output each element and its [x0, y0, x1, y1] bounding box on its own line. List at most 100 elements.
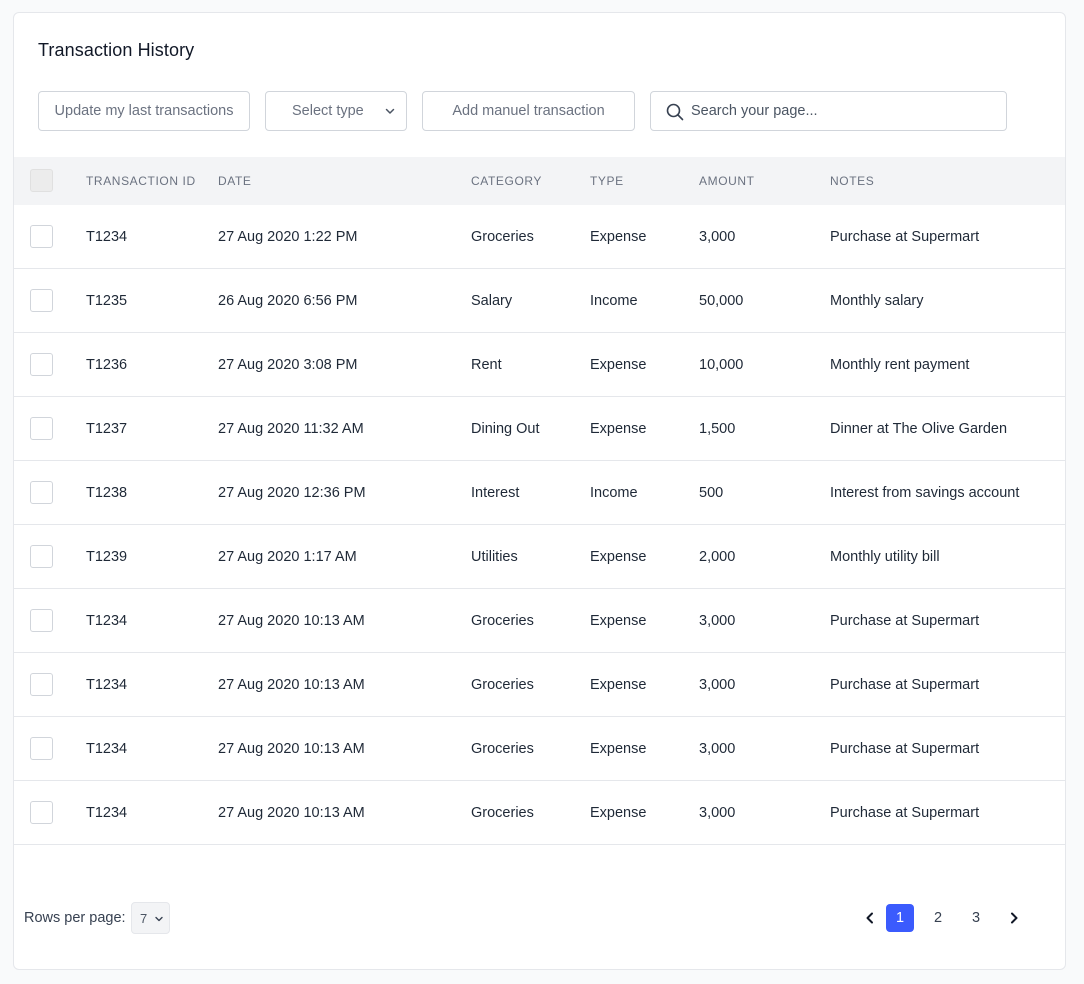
table-row[interactable]: T1237 27 Aug 2020 11:32 AM Dining Out Ex… — [14, 397, 1065, 461]
cell-date: 26 Aug 2020 6:56 PM — [218, 293, 358, 309]
cell-transaction-id: T1238 — [86, 485, 128, 501]
page-button-2[interactable]: 2 — [924, 904, 952, 932]
cell-notes: Dinner at The Olive Garden — [830, 421, 1008, 437]
cell-date: 27 Aug 2020 10:13 AM — [218, 677, 365, 693]
cell-category: Interest — [471, 485, 520, 501]
cell-date: 27 Aug 2020 11:32 AM — [218, 421, 364, 437]
row-checkbox[interactable] — [30, 801, 53, 824]
cell-notes: Interest from savings account — [830, 485, 1020, 501]
pagination: 1 2 3 — [856, 904, 1036, 932]
search-box — [650, 91, 1007, 131]
cell-category: Groceries — [471, 805, 534, 821]
cell-date: 27 Aug 2020 3:08 PM — [218, 357, 358, 373]
column-header-category[interactable]: CATEGORY — [471, 174, 542, 188]
search-input[interactable] — [691, 100, 991, 122]
cell-transaction-id: T1239 — [86, 549, 128, 565]
row-checkbox[interactable] — [30, 289, 53, 312]
cell-transaction-id: T1236 — [86, 357, 128, 373]
cell-type: Expense — [590, 677, 647, 693]
chevron-down-icon — [155, 916, 163, 922]
row-checkbox[interactable] — [30, 353, 53, 376]
column-header-date[interactable]: DATE — [218, 174, 252, 188]
cell-date: 27 Aug 2020 12:36 PM — [218, 485, 366, 501]
cell-type: Expense — [590, 805, 647, 821]
cell-amount: 3,000 — [699, 741, 736, 757]
cell-notes: Purchase at Supermart — [830, 613, 980, 629]
cell-amount: 1,500 — [699, 421, 736, 437]
cell-transaction-id: T1234 — [86, 229, 128, 245]
cell-amount: 50,000 — [699, 293, 744, 309]
cell-date: 27 Aug 2020 10:13 AM — [218, 741, 365, 757]
row-checkbox[interactable] — [30, 673, 53, 696]
cell-type: Expense — [590, 549, 647, 565]
cell-category: Groceries — [471, 613, 534, 629]
table-row[interactable]: T1236 27 Aug 2020 3:08 PM Rent Expense 1… — [14, 333, 1065, 397]
table-row[interactable]: T1239 27 Aug 2020 1:17 AM Utilities Expe… — [14, 525, 1065, 589]
table-row[interactable]: T1238 27 Aug 2020 12:36 PM Interest Inco… — [14, 461, 1065, 525]
column-header-amount[interactable]: AMOUNT — [699, 174, 755, 188]
page-title: Transaction History — [38, 40, 195, 60]
cell-notes: Purchase at Supermart — [830, 229, 980, 245]
search-icon — [666, 103, 684, 121]
cell-category: Dining Out — [471, 421, 540, 437]
select-type-dropdown[interactable]: Select type — [265, 91, 407, 131]
page-button-3[interactable]: 3 — [962, 904, 990, 932]
previous-page-button[interactable] — [856, 904, 884, 932]
cell-notes: Purchase at Supermart — [830, 741, 980, 757]
table-row[interactable]: T1234 27 Aug 2020 10:13 AM Groceries Exp… — [14, 717, 1065, 781]
chevron-down-icon — [385, 108, 395, 114]
row-checkbox[interactable] — [30, 737, 53, 760]
table-row[interactable]: T1234 27 Aug 2020 10:13 AM Groceries Exp… — [14, 781, 1065, 845]
row-checkbox[interactable] — [30, 545, 53, 568]
column-header-type[interactable]: TYPE — [590, 174, 624, 188]
rows-per-page-select[interactable]: 7 — [131, 902, 170, 934]
cell-category: Rent — [471, 357, 502, 373]
cell-transaction-id: T1234 — [86, 677, 128, 693]
row-checkbox[interactable] — [30, 225, 53, 248]
table-row[interactable]: T1235 26 Aug 2020 6:56 PM Salary Income … — [14, 269, 1065, 333]
rows-per-page-value: 7 — [140, 911, 148, 926]
cell-type: Income — [590, 293, 638, 309]
update-transactions-button[interactable]: Update my last transactions — [38, 91, 250, 131]
chevron-right-icon — [1011, 912, 1018, 924]
row-checkbox[interactable] — [30, 481, 53, 504]
cell-date: 27 Aug 2020 1:22 PM — [218, 229, 358, 245]
table-row[interactable]: T1234 27 Aug 2020 10:13 AM Groceries Exp… — [14, 589, 1065, 653]
rows-per-page-label: Rows per page: — [24, 910, 126, 926]
cell-category: Groceries — [471, 741, 534, 757]
table-row[interactable]: T1234 27 Aug 2020 1:22 PM Groceries Expe… — [14, 205, 1065, 269]
cell-type: Income — [590, 485, 638, 501]
cell-notes: Purchase at Supermart — [830, 805, 980, 821]
row-checkbox[interactable] — [30, 417, 53, 440]
cell-notes: Monthly salary — [830, 293, 924, 309]
cell-date: 27 Aug 2020 10:13 AM — [218, 805, 365, 821]
page-button-1[interactable]: 1 — [886, 904, 914, 932]
cell-transaction-id: T1235 — [86, 293, 128, 309]
cell-amount: 3,000 — [699, 229, 736, 245]
cell-type: Expense — [590, 421, 647, 437]
cell-category: Groceries — [471, 229, 534, 245]
add-manual-transaction-button[interactable]: Add manuel transaction — [422, 91, 635, 131]
table-header: TRANSACTION ID DATE CATEGORY TYPE AMOUNT… — [14, 157, 1065, 205]
select-all-checkbox[interactable] — [30, 169, 53, 192]
cell-type: Expense — [590, 741, 647, 757]
cell-type: Expense — [590, 229, 647, 245]
cell-amount: 2,000 — [699, 549, 736, 565]
column-header-notes[interactable]: NOTES — [830, 174, 874, 188]
column-header-transaction-id[interactable]: TRANSACTION ID — [86, 174, 196, 188]
row-checkbox[interactable] — [30, 609, 53, 632]
cell-amount: 3,000 — [699, 805, 736, 821]
cell-amount: 10,000 — [699, 357, 744, 373]
cell-transaction-id: T1234 — [86, 613, 128, 629]
cell-category: Utilities — [471, 549, 518, 565]
cell-category: Groceries — [471, 677, 534, 693]
cell-type: Expense — [590, 357, 647, 373]
cell-category: Salary — [471, 293, 513, 309]
cell-date: 27 Aug 2020 1:17 AM — [218, 549, 357, 565]
table-row[interactable]: T1234 27 Aug 2020 10:13 AM Groceries Exp… — [14, 653, 1065, 717]
cell-date: 27 Aug 2020 10:13 AM — [218, 613, 365, 629]
next-page-button[interactable] — [1000, 904, 1028, 932]
select-type-label: Select type — [292, 103, 364, 119]
cell-notes: Purchase at Supermart — [830, 677, 980, 693]
cell-notes: Monthly rent payment — [830, 357, 970, 373]
